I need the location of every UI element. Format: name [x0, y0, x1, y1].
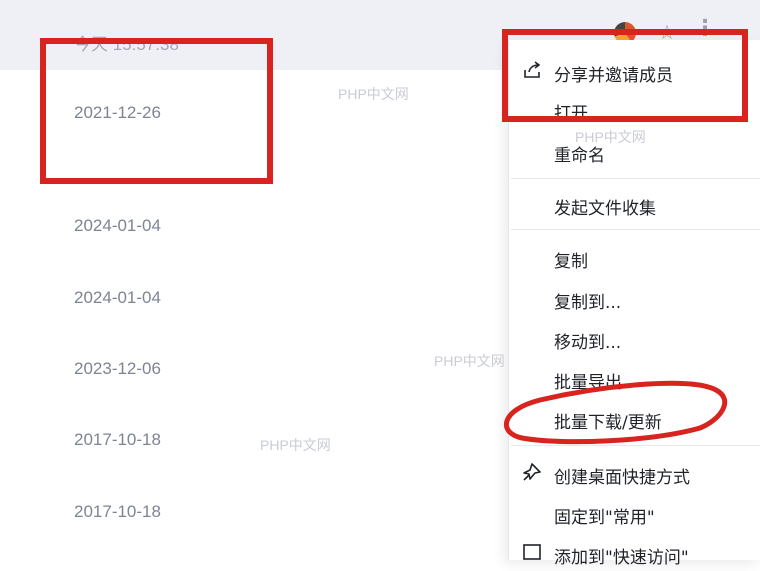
annotation-circle: [503, 380, 728, 445]
